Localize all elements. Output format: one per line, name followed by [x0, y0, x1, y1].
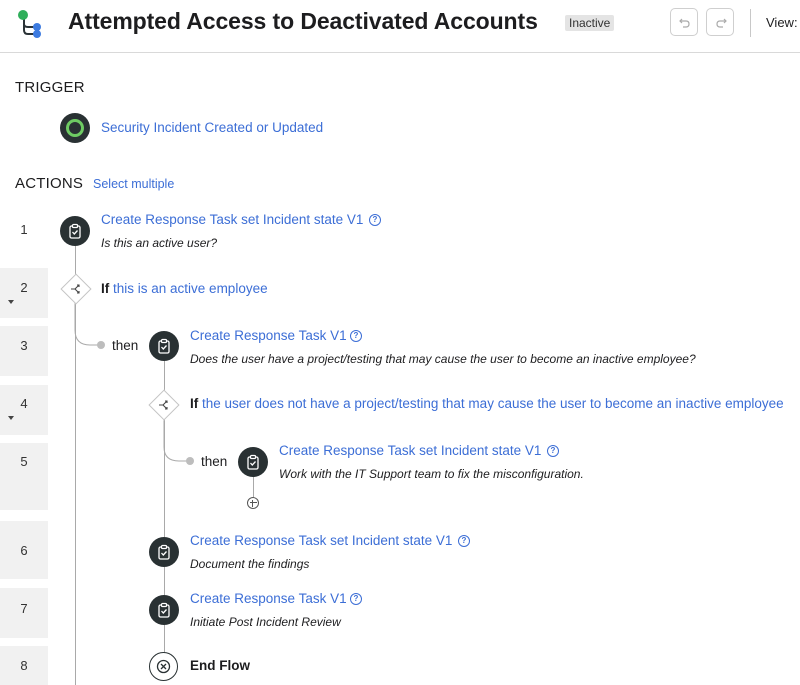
step-description: Work with the IT Support team to fix the… [279, 467, 584, 481]
step-title-link[interactable]: Create Response Task set Incident state … [279, 443, 541, 458]
step-description: Is this an active user? [101, 236, 218, 250]
step-number: 6 [20, 543, 28, 558]
if-condition-link[interactable]: the user does not have a project/testing… [202, 396, 784, 411]
status-badge: Inactive [565, 15, 615, 31]
page-title: Attempted Access to Deactivated Accounts [68, 8, 538, 34]
end-flow-label: End Flow [190, 658, 250, 673]
header-bar: Attempted Access to Deactivated Accounts… [0, 0, 800, 53]
step-title-link[interactable]: Create Response Task set Incident state … [101, 212, 363, 227]
redo-icon [716, 18, 727, 28]
help-circle-icon[interactable]: ? [547, 445, 559, 457]
step-number: 3 [20, 338, 28, 353]
help-circle-icon[interactable]: ? [458, 535, 470, 547]
step-title-link[interactable]: Create Response Task V1 [190, 328, 347, 343]
step-number: 4 [20, 396, 28, 411]
step-title-link[interactable]: Create Response Task set Incident state … [190, 533, 452, 548]
task-clipboard-icon [60, 216, 90, 246]
collapse-caret-icon[interactable] [8, 300, 14, 304]
step-title-link[interactable]: Create Response Task V1 [190, 591, 347, 606]
step-description: Does the user have a project/testing tha… [190, 352, 696, 366]
help-circle-icon[interactable]: ? [369, 214, 381, 226]
redo-button[interactable] [706, 8, 734, 36]
task-clipboard-icon [238, 447, 268, 477]
if-keyword: If [101, 281, 110, 296]
if-condition[interactable]: If the user does not have a project/test… [190, 396, 784, 411]
task-clipboard-icon [149, 595, 179, 625]
undo-icon [679, 18, 690, 28]
flow-connector [253, 475, 254, 497]
header-divider [750, 9, 751, 37]
step-number: 5 [20, 454, 28, 469]
if-condition[interactable]: If this is an active employee [101, 281, 268, 296]
undo-button[interactable] [670, 8, 698, 36]
then-label: then [112, 338, 139, 353]
trigger-ring-icon [60, 113, 90, 143]
step-number: 8 [20, 658, 28, 673]
task-clipboard-icon [149, 537, 179, 567]
step-description: Document the findings [190, 557, 310, 571]
step-description: Initiate Post Incident Review [190, 615, 341, 629]
then-dot [97, 341, 105, 349]
step-number: 7 [20, 601, 28, 616]
step-number: 2 [20, 280, 28, 295]
actions-section-title: ACTIONS [15, 175, 84, 192]
add-step-icon[interactable] [247, 497, 259, 509]
task-clipboard-icon [149, 331, 179, 361]
then-dot [186, 457, 194, 465]
help-circle-icon[interactable]: ? [350, 330, 362, 342]
view-label: View: [766, 15, 798, 30]
step-number: 1 [20, 222, 28, 237]
flow-logo-icon [18, 10, 41, 38]
help-circle-icon[interactable]: ? [350, 593, 362, 605]
if-condition-link[interactable]: this is an active employee [113, 281, 268, 296]
if-keyword: If [190, 396, 199, 411]
end-flow-icon [149, 652, 178, 681]
trigger-link[interactable]: Security Incident Created or Updated [101, 120, 323, 135]
then-label: then [201, 454, 228, 469]
select-multiple-link[interactable]: Select multiple [93, 177, 174, 191]
collapse-caret-icon[interactable] [8, 416, 14, 420]
trigger-section-title: TRIGGER [15, 79, 85, 96]
